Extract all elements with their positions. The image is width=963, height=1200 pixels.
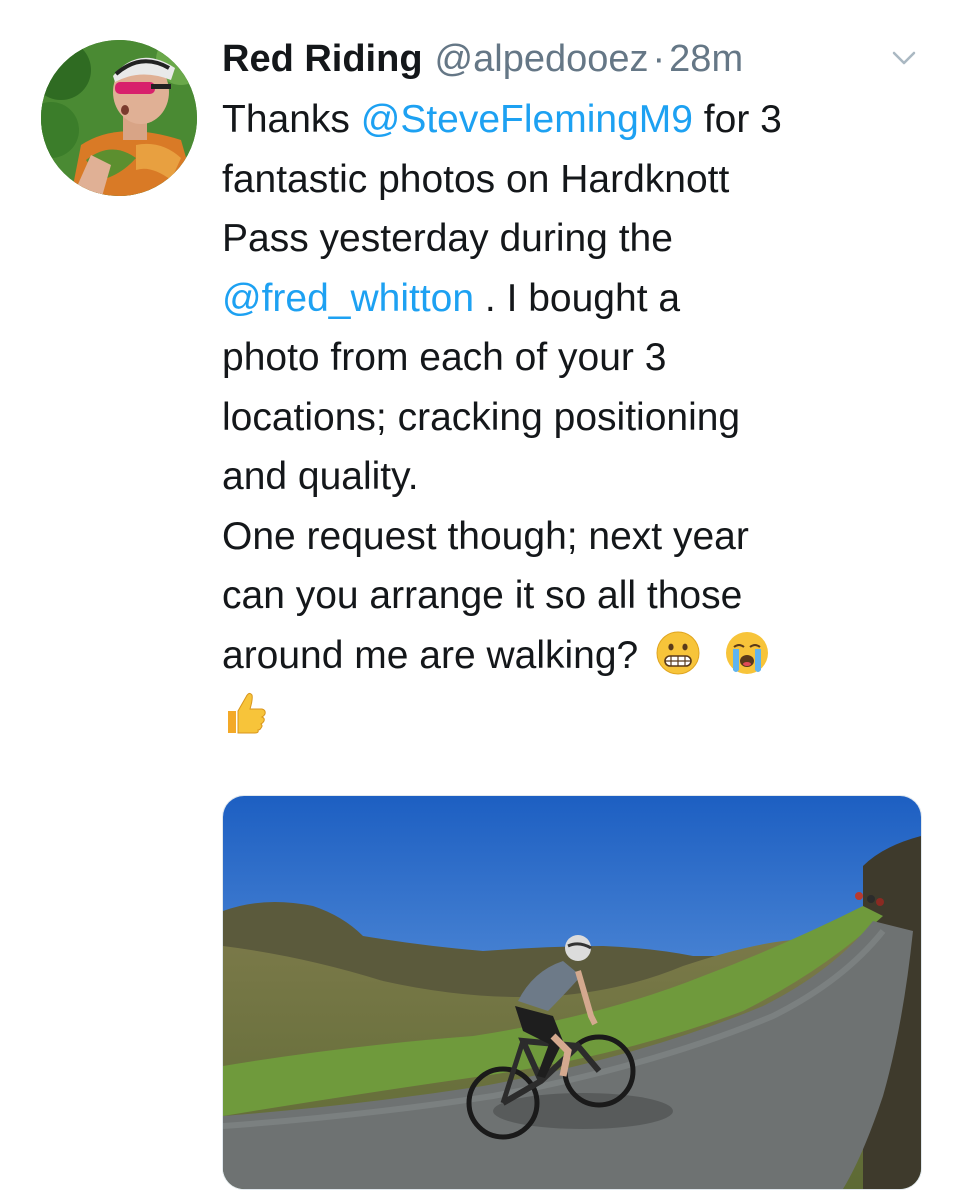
loudly-crying-face-icon (725, 631, 768, 674)
tweet-text-line (222, 685, 922, 745)
tweet-text-line: fantastic photos on Hardknott (222, 157, 730, 201)
tweet-text-line: locations; cracking positioning (222, 395, 741, 439)
separator-dot: · (652, 38, 666, 80)
text-segment: for 3 (692, 98, 782, 141)
grimacing-face-icon (656, 631, 700, 674)
chevron-down-icon[interactable] (890, 48, 918, 68)
display-name[interactable]: Red Riding (222, 34, 423, 84)
tweet-text-line: and quality. (222, 455, 419, 498)
tweet-text-line: can you arrange it so all those (222, 574, 743, 617)
tweet-text-line: Thanks @SteveFlemingM9 for 3 (222, 90, 922, 150)
mention-link[interactable]: @SteveFlemingM9 (361, 98, 693, 141)
user-handle[interactable]: @alpedooez (435, 34, 649, 84)
mention-link[interactable]: @fred_whitton (222, 277, 474, 320)
tweet-header: Red Riding @alpedooez · 28m (222, 34, 743, 84)
tweet-text-line: around me are walking? (222, 626, 922, 686)
text-segment: Thanks (222, 98, 361, 141)
text-segment: . I bought a (474, 276, 681, 320)
tweet-text-line: Pass yesterday during the (222, 217, 673, 260)
text-segment: around me are walking? (222, 633, 639, 677)
tweet-text: Thanks @SteveFlemingM9 for 3 fantastic p… (222, 90, 922, 745)
tweet-text-line: One request though; next year (222, 514, 749, 558)
tweet[interactable]: Red Riding @alpedooez · 28m Thanks @Stev… (0, 0, 963, 1200)
tweet-text-line: photo from each of your 3 (222, 336, 667, 379)
tweet-photo[interactable] (222, 795, 922, 1190)
avatar-image (41, 40, 197, 196)
timestamp[interactable]: 28m (669, 34, 743, 84)
avatar[interactable] (41, 40, 197, 196)
cyclist-photo (223, 796, 921, 1189)
thumbs-up-icon (228, 692, 266, 734)
tweet-text-line: @fred_whitton . I bought a (222, 269, 922, 329)
